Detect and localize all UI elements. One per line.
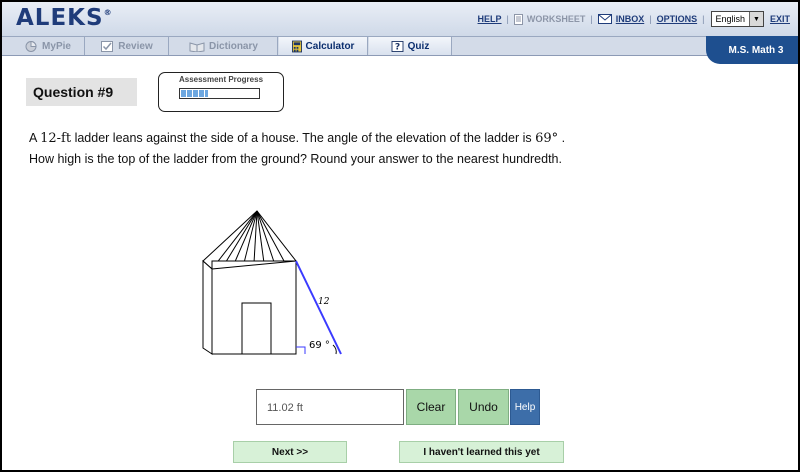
answer-input[interactable]: 11.02 ft bbox=[256, 389, 404, 425]
worksheet-icon bbox=[513, 13, 523, 25]
progress-label: Assessment Progress bbox=[178, 75, 264, 84]
help-button[interactable]: Help bbox=[510, 389, 540, 425]
quiz-icon: ? bbox=[391, 40, 404, 52]
undo-button[interactable]: Undo bbox=[458, 389, 509, 425]
language-value: English bbox=[715, 14, 745, 24]
angle-arc bbox=[332, 344, 337, 355]
ladder-length-label: 12 bbox=[318, 297, 330, 307]
angle-label: 69 ° bbox=[309, 340, 330, 351]
language-select[interactable]: English ▼ bbox=[711, 11, 764, 27]
checkmark-icon bbox=[101, 40, 114, 52]
clear-button[interactable]: Clear bbox=[406, 389, 456, 425]
tab-dictionary[interactable]: Dictionary bbox=[170, 37, 278, 55]
question-number: Question #9 bbox=[26, 78, 137, 106]
course-badge: M.S. Math 3 bbox=[706, 36, 798, 64]
inbox-link[interactable]: INBOX bbox=[616, 14, 645, 24]
separator: | bbox=[702, 14, 705, 24]
progress-fill bbox=[181, 90, 208, 97]
calculator-icon bbox=[291, 40, 302, 52]
tab-label: Review bbox=[118, 40, 153, 52]
envelope-icon bbox=[597, 14, 612, 24]
top-bar: ALEKS® HELP | WORKSHEET | INBOX | OPTION… bbox=[2, 2, 798, 36]
tab-label: Calculator bbox=[305, 40, 355, 52]
tab-review[interactable]: Review bbox=[86, 37, 169, 55]
assessment-progress: Assessment Progress bbox=[158, 72, 284, 112]
tab-bar: MyPie Review Dictionary Calculator ? Qui… bbox=[2, 36, 798, 56]
next-button[interactable]: Next >> bbox=[233, 441, 347, 463]
help-link[interactable]: HELP bbox=[478, 14, 502, 24]
tab-quiz[interactable]: ? Quiz bbox=[369, 37, 452, 55]
house-front bbox=[211, 260, 297, 355]
progress-track bbox=[179, 88, 260, 99]
question-text: A 12-ft ladder leans against the side of… bbox=[29, 131, 566, 166]
separator: | bbox=[506, 14, 509, 24]
house-side bbox=[202, 259, 213, 355]
separator: | bbox=[590, 14, 593, 24]
top-links: HELP | WORKSHEET | INBOX | OPTIONS | Eng… bbox=[478, 11, 790, 27]
window-frame: ALEKS® HELP | WORKSHEET | INBOX | OPTION… bbox=[0, 0, 800, 472]
angle-value: 69° bbox=[535, 131, 559, 146]
chevron-down-icon: ▼ bbox=[748, 12, 763, 26]
tab-mypie[interactable]: MyPie bbox=[12, 37, 85, 55]
aleks-logo: ALEKS® bbox=[16, 5, 113, 31]
book-icon bbox=[189, 41, 205, 52]
exit-link[interactable]: EXIT bbox=[770, 14, 790, 24]
right-angle-marker bbox=[296, 346, 306, 354]
ladder-length-value: 12-ft bbox=[40, 131, 72, 146]
not-learned-button[interactable]: I haven't learned this yet bbox=[399, 441, 564, 463]
ladder-figure: 12 69 ° bbox=[202, 210, 342, 355]
pie-chart-icon bbox=[25, 40, 37, 52]
options-link[interactable]: OPTIONS bbox=[657, 14, 698, 24]
tab-label: MyPie bbox=[42, 40, 71, 52]
separator: | bbox=[649, 14, 652, 24]
worksheet-link[interactable]: WORKSHEET bbox=[527, 14, 586, 24]
tab-calculator[interactable]: Calculator bbox=[279, 37, 368, 55]
tab-label: Dictionary bbox=[209, 40, 258, 52]
svg-text:?: ? bbox=[395, 41, 400, 51]
tab-label: Quiz bbox=[407, 40, 430, 52]
